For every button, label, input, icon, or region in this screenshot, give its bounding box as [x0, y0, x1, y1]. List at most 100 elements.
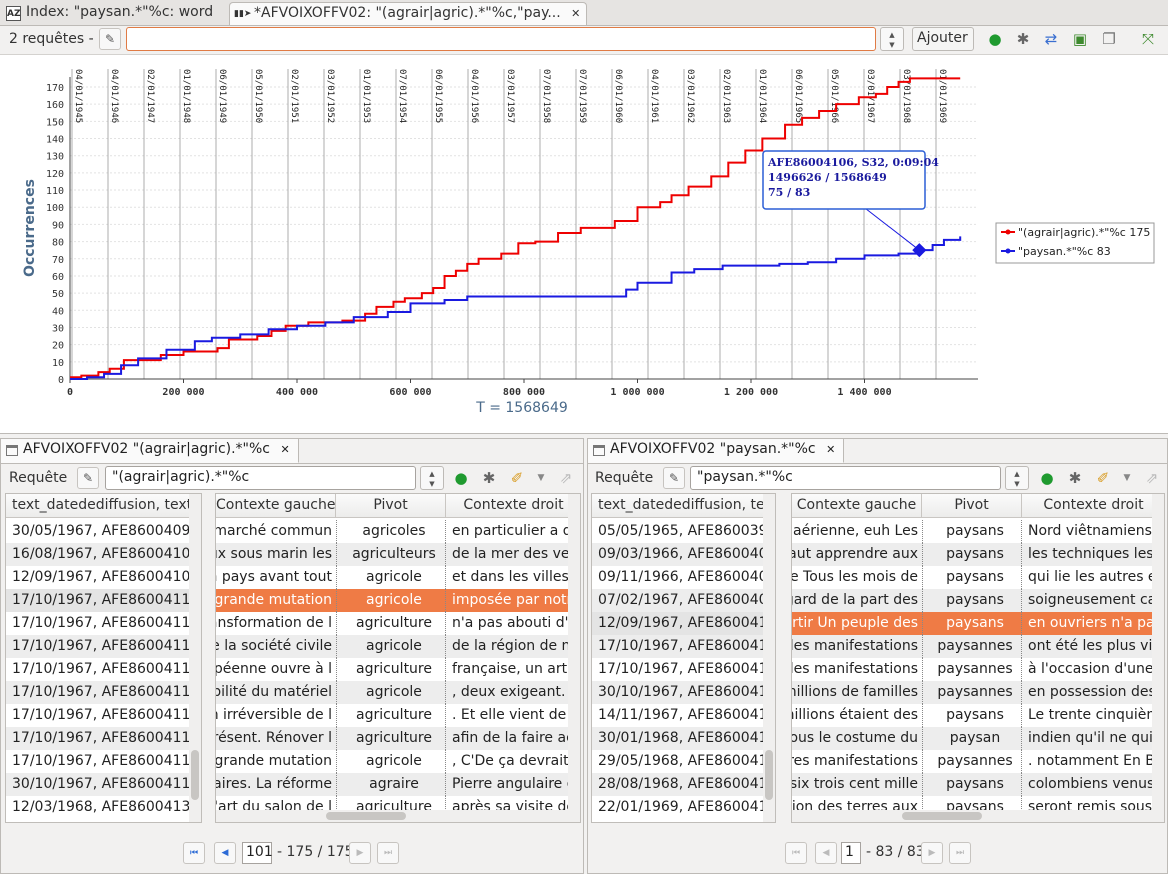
table-cell-left-context[interactable]: ‎ne Tous les mois de [792, 566, 922, 589]
query-history-spinner[interactable]: ▲ ▼ [880, 27, 904, 51]
gear-icon[interactable]: ✱ [1013, 29, 1033, 49]
table-cell-pivot[interactable]: paysans [922, 704, 1022, 727]
table-cell-left-context[interactable]: ‎de la société civile [216, 635, 336, 658]
table-cell-pivot[interactable]: agricole [336, 589, 446, 612]
right-lines-table[interactable]: Contexte gauche Pivot Contexte droit ‎s aér… [791, 493, 1165, 823]
table-cell-right-context[interactable]: colombiens venus [1022, 773, 1164, 796]
table-cell-right-context[interactable]: les techniques les p [1022, 543, 1164, 566]
table-row-key[interactable]: 30/10/1967, AFE86004113 [598, 681, 775, 704]
highlight-icon[interactable]: ✐ [507, 468, 527, 488]
table-row-key[interactable]: 17/10/1967, AFE86004111 [12, 612, 201, 635]
close-icon[interactable]: ✕ [826, 443, 835, 456]
query-history-spinner[interactable]: ▲ ▼ [420, 466, 444, 490]
table-row-key[interactable]: 22/01/1969, AFE86004177 [598, 796, 775, 819]
table-cell-right-context[interactable]: en ouvriers n'a pas [1022, 612, 1164, 635]
table-cell-right-context[interactable]: afin de la faire acc [446, 727, 580, 750]
tab-progression[interactable]: ▮▮➤ *AFVOIXOFFV02: "(agrair|agric).*"%c,… [229, 2, 588, 25]
table-cell-pivot[interactable]: paysannes [922, 681, 1022, 704]
query-input[interactable] [126, 27, 876, 51]
progression-chart[interactable]: 0 10 20 30 40 50 60 70 80 90 100 110 120 130 140 150 160… [0, 55, 1166, 433]
table-row-key[interactable]: 07/02/1967, AFE86004075 [598, 589, 775, 612]
table-row-key[interactable]: 29/05/1968, AFE86004143 [598, 750, 775, 773]
table-cell-left-context[interactable]: ‎e marché commun [216, 520, 336, 543]
last-page-button[interactable]: ⏭ [949, 842, 971, 864]
table-cell-left-context[interactable]: ‎e les manifestations [792, 635, 922, 658]
table-cell-left-context[interactable]: ‎sous le costume du [792, 727, 922, 750]
column-header-key[interactable]: text_datedediffusion, text_id [592, 494, 775, 518]
add-button[interactable]: Ajouter [912, 27, 974, 51]
table-cell-left-context[interactable]: ‎s aérienne, euh Les [792, 520, 922, 543]
copy-icon[interactable]: ❐ [1099, 29, 1119, 49]
horizontal-scrollbar[interactable] [216, 810, 580, 822]
left-lines-table[interactable]: Contexte gauchePivotContexte droit ‎e mar… [215, 493, 581, 823]
gear-icon[interactable]: ✱ [479, 468, 499, 488]
table-row-key[interactable]: 12/03/1968, AFE86004132 [12, 796, 201, 819]
table-cell-pivot[interactable]: paysans [922, 543, 1022, 566]
table-cell-left-context[interactable]: ‎transformation de l' [216, 612, 336, 635]
next-page-button[interactable]: ▶ [349, 842, 371, 864]
table-cell-left-context[interactable]: ‎faut apprendre aux [792, 543, 922, 566]
table-cell-pivot[interactable]: agriculture [336, 727, 446, 750]
table-cell-pivot[interactable]: paysans [922, 589, 1022, 612]
run-icon[interactable]: ● [451, 468, 471, 488]
table-cell-left-context[interactable]: ‎a grande mutation [216, 589, 336, 612]
right-panel-tab[interactable]: AFVOIXOFFV02 "paysan.*"%c ✕ [588, 439, 845, 463]
wand-icon[interactable]: ✎ [77, 467, 99, 489]
table-cell-left-context[interactable]: ‎etaires. La réforme [216, 773, 336, 796]
left-page-input[interactable]: 101 [242, 842, 273, 864]
table-cell-right-context[interactable]: , C'De ça devrait [446, 750, 580, 773]
right-keys-table[interactable]: text_datedediffusion, text_id05/05/1965,… [591, 493, 776, 823]
left-query-input[interactable]: "(agrair|agric).*"%c [105, 466, 416, 490]
table-row-key[interactable]: 09/03/1966, AFE86004027 [598, 543, 775, 566]
table-cell-right-context[interactable]: de la région de no [446, 635, 580, 658]
table-cell-left-context[interactable]: ‎ul six trois cent mille [792, 773, 922, 796]
table-cell-pivot[interactable]: agricole [336, 566, 446, 589]
table-row-key[interactable]: 05/05/1965, AFE86003983 [598, 520, 775, 543]
table-row-key[interactable]: 12/09/1967, AFE86004106 [598, 612, 775, 635]
table-row-key[interactable]: 17/10/1967, AFE86004111 [12, 589, 201, 612]
table-cell-right-context[interactable]: Pierre angulaire d [446, 773, 580, 796]
previous-page-button[interactable]: ◀ [214, 842, 236, 864]
table-cell-left-context[interactable]: ‎egard de la part des [792, 589, 922, 612]
table-cell-left-context[interactable]: ‎tabilité du matériel [216, 681, 336, 704]
wand-icon[interactable]: ✎ [663, 467, 685, 489]
column-header-pivot[interactable]: Pivot [922, 494, 1022, 518]
first-page-button[interactable]: ⏮ [183, 842, 205, 864]
table-cell-pivot[interactable]: agraire [336, 773, 446, 796]
table-cell-left-context[interactable]: ‎on irréversible de l' [216, 704, 336, 727]
close-icon[interactable]: ✕ [571, 7, 580, 20]
table-cell-pivot[interactable]: paysannes [922, 750, 1022, 773]
table-cell-left-context[interactable]: ‎millions étaient des [792, 704, 922, 727]
scrollbar-thumb[interactable] [191, 750, 199, 800]
column-header-left-context[interactable]: Contexte gauche [216, 494, 336, 518]
table-cell-pivot[interactable]: paysans [922, 520, 1022, 543]
table-cell-right-context[interactable]: en possession des [1022, 681, 1164, 704]
table-cell-pivot[interactable]: agricole [336, 750, 446, 773]
table-cell-pivot[interactable]: agricoles [336, 520, 446, 543]
column-header-key[interactable]: text_datedediffusion, text_id [6, 494, 201, 518]
table-cell-right-context[interactable]: française, un art d [446, 658, 580, 681]
table-row-key[interactable]: 30/10/1967, AFE86004113 [12, 773, 201, 796]
swap-icon[interactable]: ⇄ [1041, 29, 1061, 49]
table-cell-left-context[interactable]: ‎millions de familles [792, 681, 922, 704]
vertical-scrollbar[interactable] [763, 494, 775, 822]
table-cell-right-context[interactable]: soigneusement car [1022, 589, 1164, 612]
tab-index[interactable]: AZ Index: "paysan.*"%c: word [2, 2, 219, 25]
table-row-key[interactable]: 30/05/1967, AFE86004091 [12, 520, 201, 543]
table-row-key[interactable]: 16/08/1967, AFE86004102 [12, 543, 201, 566]
column-header-right-context[interactable]: Contexte droit [446, 494, 580, 518]
table-cell-right-context[interactable]: à l'occasion d'une c [1022, 658, 1164, 681]
table-cell-right-context[interactable]: imposée par notre [446, 589, 580, 612]
column-header-right-context[interactable]: Contexte droit [1022, 494, 1164, 518]
table-cell-right-context[interactable]: Nord viêtnamiens e [1022, 520, 1164, 543]
chevron-down-icon[interactable]: ▼ [1117, 468, 1137, 488]
table-cell-right-context[interactable]: . Et elle vient de s [446, 704, 580, 727]
vertical-scrollbar[interactable] [568, 494, 580, 812]
scrollbar-thumb[interactable] [902, 812, 982, 820]
scrollbar-thumb[interactable] [765, 750, 773, 800]
table-cell-pivot[interactable]: paysans [922, 612, 1022, 635]
query-history-spinner[interactable]: ▲ ▼ [1005, 466, 1029, 490]
maximize-icon[interactable]: ⤧ [1138, 29, 1158, 49]
run-icon[interactable]: ● [985, 29, 1005, 49]
scrollbar-thumb[interactable] [326, 812, 406, 820]
